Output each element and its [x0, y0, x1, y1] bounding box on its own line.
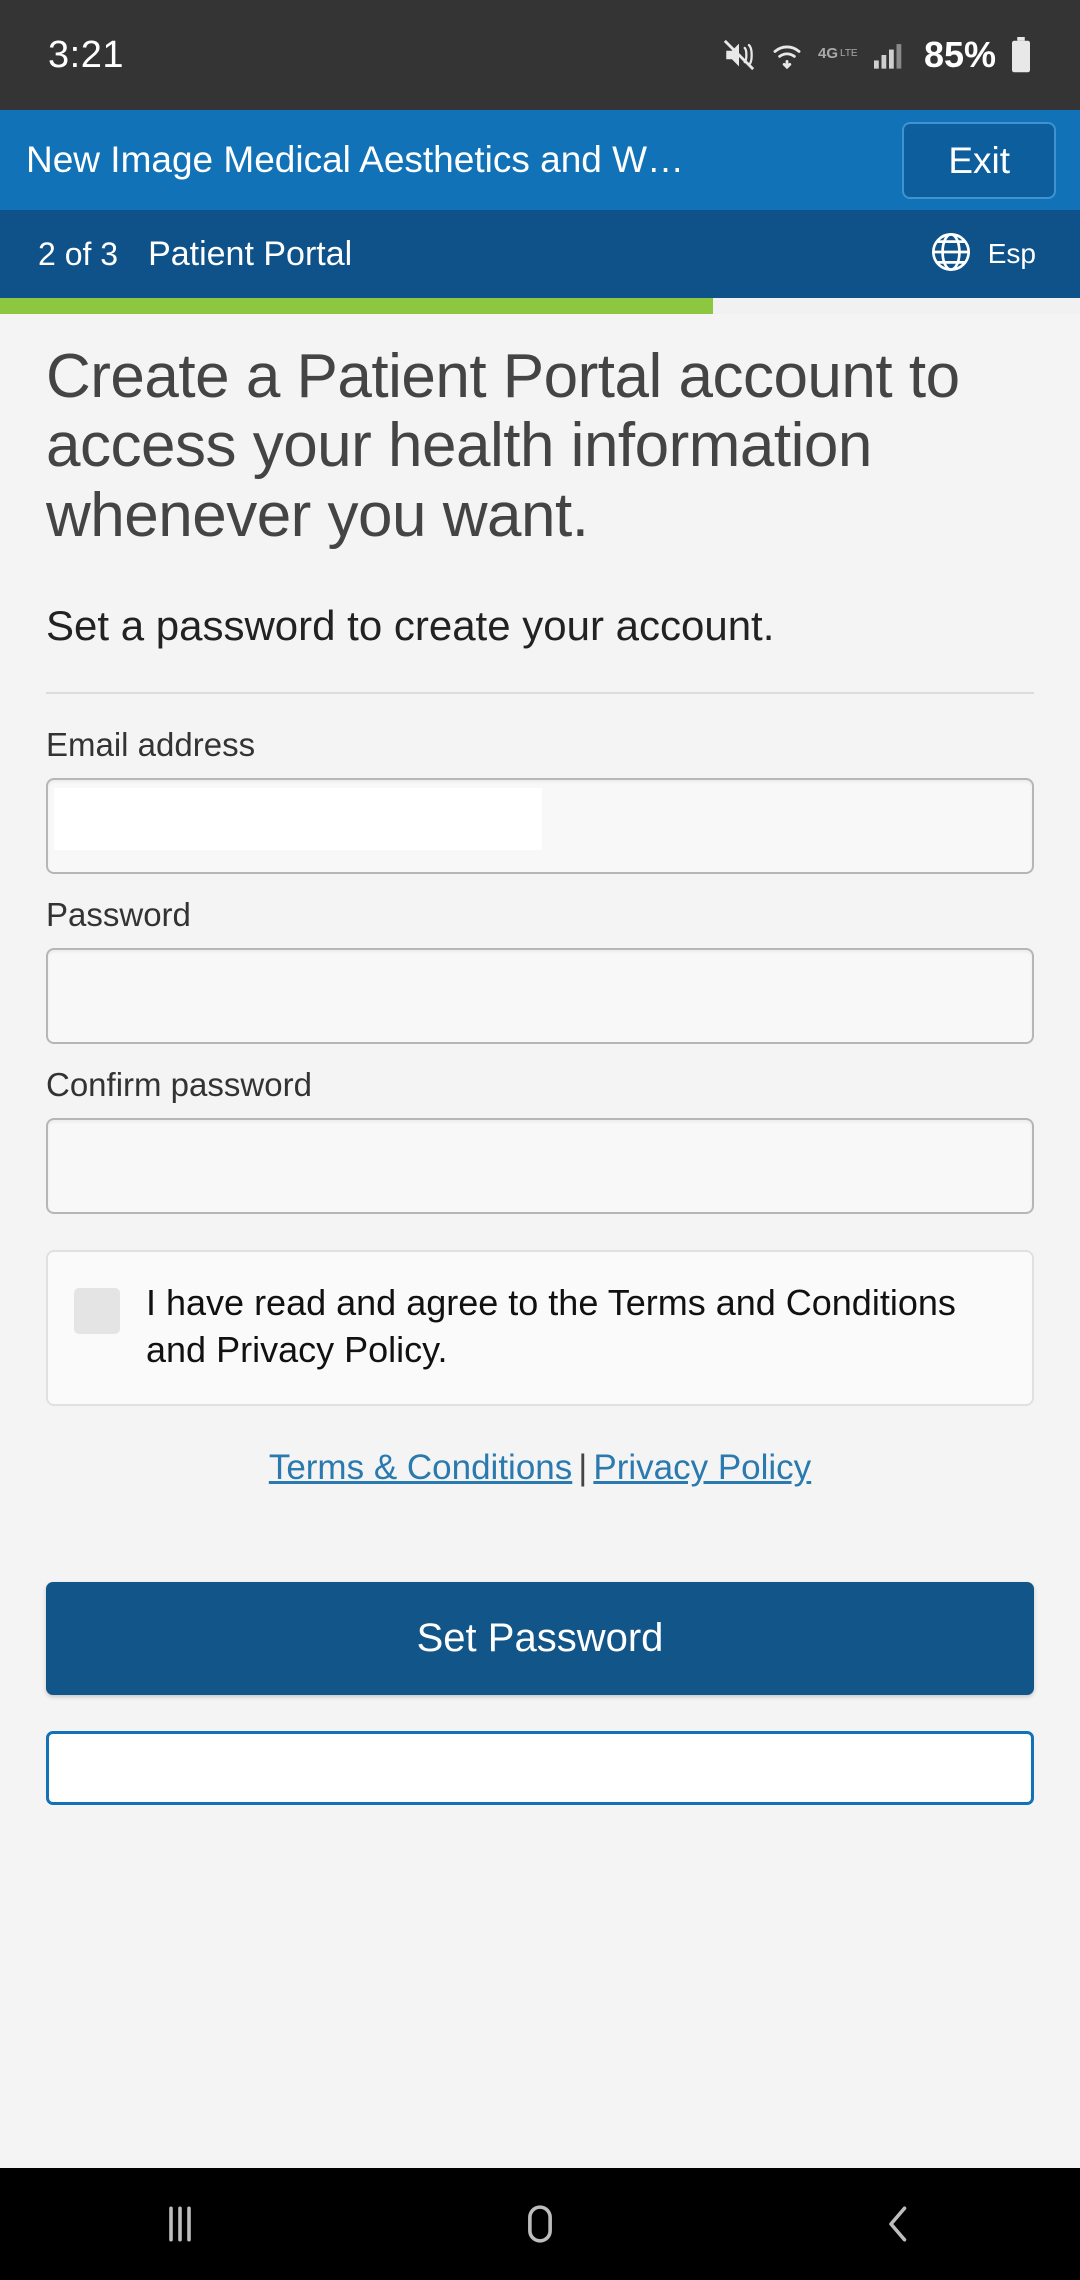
app-title: New Image Medical Aesthetics and W… [26, 139, 685, 180]
home-icon[interactable] [513, 2197, 567, 2251]
step-section-label: Patient Portal [148, 234, 353, 273]
page-subtitle: Set a password to create your account. [46, 602, 775, 650]
section-divider [46, 692, 1034, 695]
status-bar: 3:21 4G LTE 85% [0, 0, 1080, 110]
confirm-password-input[interactable] [46, 1118, 1034, 1215]
terms-checkbox[interactable] [74, 1288, 120, 1335]
field-email: Email address [46, 726, 1034, 875]
set-password-button[interactable]: Set Password [46, 1581, 1034, 1695]
battery-percent-label: 85% [923, 34, 996, 75]
status-icon-group: 4G LTE 85% [722, 34, 1032, 76]
status-clock: 3:21 [48, 33, 124, 76]
terms-and-conditions-link[interactable]: Terms & Conditions [269, 1448, 572, 1487]
progress-bar [0, 298, 1080, 314]
field-password: Password [46, 896, 1034, 1045]
step-count-label: 2 of 3 [38, 235, 119, 272]
phone-screen: 3:21 4G LTE 85% New Image Medical Aesthe… [0, 0, 1080, 2280]
wifi-icon [770, 38, 804, 72]
sub-header: 2 of 3 Patient Portal Esp [0, 210, 1080, 298]
consent-label: I have read and agree to the Terms and C… [146, 1282, 956, 1371]
email-field-label: Email address [46, 726, 256, 764]
android-nav-bar [0, 2168, 1080, 2280]
legal-links: Terms & Conditions | Privacy Policy [46, 1448, 1034, 1488]
battery-icon [1010, 37, 1032, 73]
confirm-password-field-label: Confirm password [46, 1066, 312, 1104]
exit-button[interactable]: Exit [902, 121, 1056, 199]
mute-icon [722, 38, 756, 72]
language-toggle[interactable]: Esp [914, 223, 1050, 286]
recents-icon[interactable] [153, 2197, 207, 2251]
password-input[interactable] [46, 948, 1034, 1045]
svg-text:4G: 4G [818, 45, 838, 62]
field-confirm-password: Confirm password [46, 1066, 1034, 1215]
privacy-policy-link[interactable]: Privacy Policy [593, 1448, 811, 1487]
back-icon[interactable] [873, 2197, 927, 2251]
app-header: New Image Medical Aesthetics and W… Exit [0, 110, 1080, 210]
language-label: Esp [987, 238, 1036, 269]
password-field-label: Password [46, 896, 191, 934]
step-indicator: 2 of 3 Patient Portal [38, 235, 352, 274]
progress-bar-fill [0, 298, 713, 314]
signal-bars-icon [872, 40, 906, 70]
main-content: Create a Patient Portal account to acces… [0, 314, 1080, 1805]
email-value-redaction [54, 788, 542, 851]
email-input[interactable] [46, 778, 1034, 875]
secondary-action-button[interactable] [46, 1730, 1034, 1805]
globe-icon [928, 229, 974, 280]
svg-text:LTE: LTE [840, 48, 858, 59]
4g-lte-icon: 4G LTE [818, 42, 858, 68]
page-title: Create a Patient Portal account to acces… [46, 342, 960, 550]
link-separator: | [578, 1447, 588, 1487]
consent-box[interactable]: I have read and agree to the Terms and C… [46, 1250, 1034, 1406]
